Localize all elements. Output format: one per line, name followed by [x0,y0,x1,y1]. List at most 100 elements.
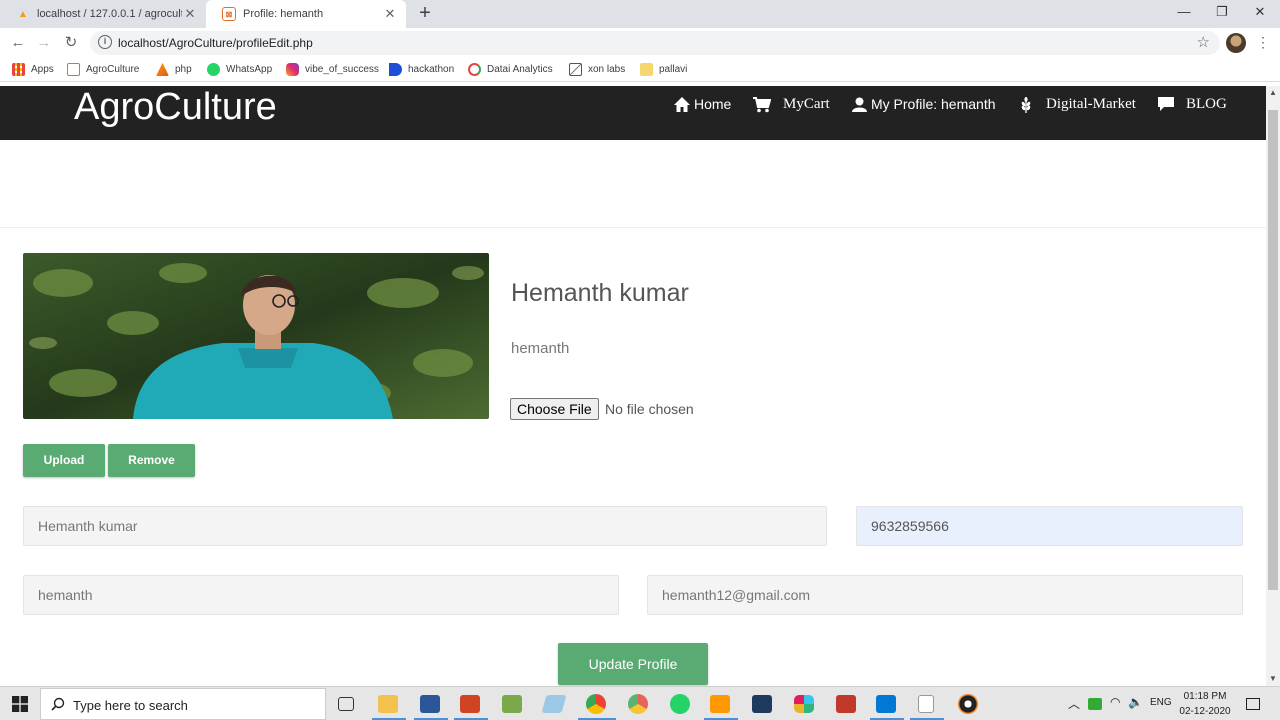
volume-icon[interactable]: 🔈 [1128,695,1143,709]
close-tab-icon[interactable]: ✕ [382,6,398,22]
email-field[interactable]: hemanth12@gmail.com [647,575,1243,615]
powerpoint-icon[interactable] [460,695,480,713]
taskbar-search-box[interactable]: Type here to search [40,688,326,720]
nav-digital-market[interactable]: Digital-Market [1020,96,1136,113]
browser-menu-icon[interactable]: ⋮ [1256,34,1270,51]
profile-username: hemanth [511,340,570,357]
whatsapp-icon [207,63,220,76]
media-app-icon[interactable] [958,694,978,714]
chrome-icon[interactable] [586,694,606,714]
username-field[interactable]: hemanth [23,575,619,615]
vscode-icon[interactable] [876,695,896,713]
sublime-text-icon[interactable] [710,695,730,713]
bookmark-php[interactable]: php [156,63,192,76]
tab-profile[interactable]: ⊠ Profile: hemanth ✕ [206,0,406,28]
bookmark-pallavi[interactable]: pallavi [640,63,687,76]
back-icon[interactable]: ← [8,33,28,53]
close-tab-icon[interactable]: ✕ [182,6,198,22]
agroculture-icon [67,63,80,76]
site-info-icon[interactable]: i [98,35,112,49]
browser-tab-strip: ▲ localhost / 127.0.0.1 / agroculture ✕ … [0,0,1280,28]
maximize-button[interactable]: ❐ [1212,4,1232,20]
tray-overflow-icon[interactable]: ︿ [1068,695,1080,712]
forward-icon[interactable]: → [34,33,54,53]
page-scrollbar[interactable]: ▲ ▼ [1266,86,1280,686]
tab-phpmyadmin[interactable]: ▲ localhost / 127.0.0.1 / agroculture ✕ [0,0,206,28]
user-icon [852,97,867,112]
bookmark-xon-labs[interactable]: xon labs [569,63,625,76]
update-profile-button[interactable]: Update Profile [558,643,708,685]
reload-icon[interactable]: ↻ [61,33,81,53]
tab-title: localhost / 127.0.0.1 / agroculture [37,8,182,20]
site-brand[interactable]: AgroCulture [74,86,277,128]
windows-taskbar: Type here to search ︿ ◠ 🔈 ENG 01:18 PM 0… [0,686,1280,720]
dev-cpp-icon[interactable] [752,695,772,713]
instagram-icon [286,63,299,76]
nav-home[interactable]: Home [674,96,731,112]
name-field[interactable]: Hemanth kumar [23,506,827,546]
files-icon[interactable] [541,695,567,713]
profile-edit-section: Hemanth kumar hemanth Choose File No fil… [0,227,1266,686]
profile-display-name: Hemanth kumar [511,279,689,307]
folder-icon [640,63,653,76]
phpmyadmin-icon: ▲ [18,8,28,20]
clock-date: 02-12-2020 [1179,706,1231,717]
whatsapp-taskbar-icon[interactable] [670,694,690,714]
battery-icon[interactable] [1088,698,1102,710]
search-icon [51,697,65,711]
nav-blog[interactable]: BLOG [1158,96,1227,113]
upload-button[interactable]: Upload [23,444,105,477]
notepad-icon[interactable] [918,695,934,713]
file-explorer-icon[interactable] [378,695,398,713]
address-bar[interactable]: i localhost/AgroCulture/profileEdit.php … [90,31,1220,55]
tool-app-icon[interactable] [836,695,856,713]
xon-labs-icon [569,63,582,76]
task-view-icon[interactable] [338,697,354,711]
wheat-icon [1021,96,1031,113]
new-tab-button[interactable]: + [414,3,436,25]
bookmark-vibe-of-success[interactable]: vibe_of_success [286,63,379,76]
photos-icon[interactable] [502,695,522,713]
url-text[interactable]: localhost/AgroCulture/profileEdit.php [118,36,313,50]
windows-start-icon[interactable] [12,696,28,712]
profile-avatar[interactable] [1226,33,1246,53]
scroll-down-icon[interactable]: ▼ [1266,674,1280,683]
bookmark-star-icon[interactable]: ☆ [1197,33,1210,51]
nav-mycart[interactable]: MyCart [753,96,830,113]
datai-icon [468,63,481,76]
cart-icon [753,96,771,112]
taskbar-clock[interactable]: 01:18 PM 02-12-2020 [1176,689,1234,719]
bookmark-hackathon[interactable]: hackathon [389,63,454,76]
scrollbar-thumb[interactable] [1268,110,1278,590]
comment-icon [1158,97,1174,111]
choose-file-button[interactable]: Choose File [510,398,599,420]
chrome-profile-icon[interactable] [628,694,648,714]
scroll-up-icon[interactable]: ▲ [1266,88,1280,97]
site-header: AgroCulture Home MyCart My Profile: hema… [0,86,1266,140]
bookmark-whatsapp[interactable]: WhatsApp [207,63,272,76]
home-icon [674,96,690,112]
profile-photo [23,253,489,419]
agroculture-favicon-icon: ⊠ [222,7,236,21]
file-status-text: No file chosen [605,401,694,417]
search-placeholder: Type here to search [73,698,188,713]
language-indicator[interactable]: ENG [1150,697,1172,708]
remove-button[interactable]: Remove [108,444,195,477]
tab-title: Profile: hemanth [243,8,324,20]
notifications-icon[interactable] [1246,698,1260,710]
slack-icon[interactable] [794,695,814,713]
nav-my-profile[interactable]: My Profile: hemanth [852,96,996,112]
bookmark-agroculture[interactable]: AgroCulture [67,63,139,76]
bookmarks-bar: Apps AgroCulture php WhatsApp vibe_of_su… [0,58,1280,82]
person-photo-image [23,253,489,419]
clock-time: 01:18 PM [1183,691,1227,702]
browser-toolbar: ← → ↻ i localhost/AgroCulture/profileEdi… [0,28,1280,58]
wifi-icon[interactable]: ◠ [1110,695,1120,709]
bookmark-apps[interactable]: Apps [12,63,54,76]
bookmark-datai-analytics[interactable]: Datai Analytics [468,63,553,76]
apps-grid-icon [12,63,25,76]
mobile-field[interactable]: 9632859566 [856,506,1243,546]
word-icon[interactable] [420,695,440,713]
close-window-button[interactable]: ✕ [1250,4,1270,20]
minimize-button[interactable]: — [1174,4,1194,19]
